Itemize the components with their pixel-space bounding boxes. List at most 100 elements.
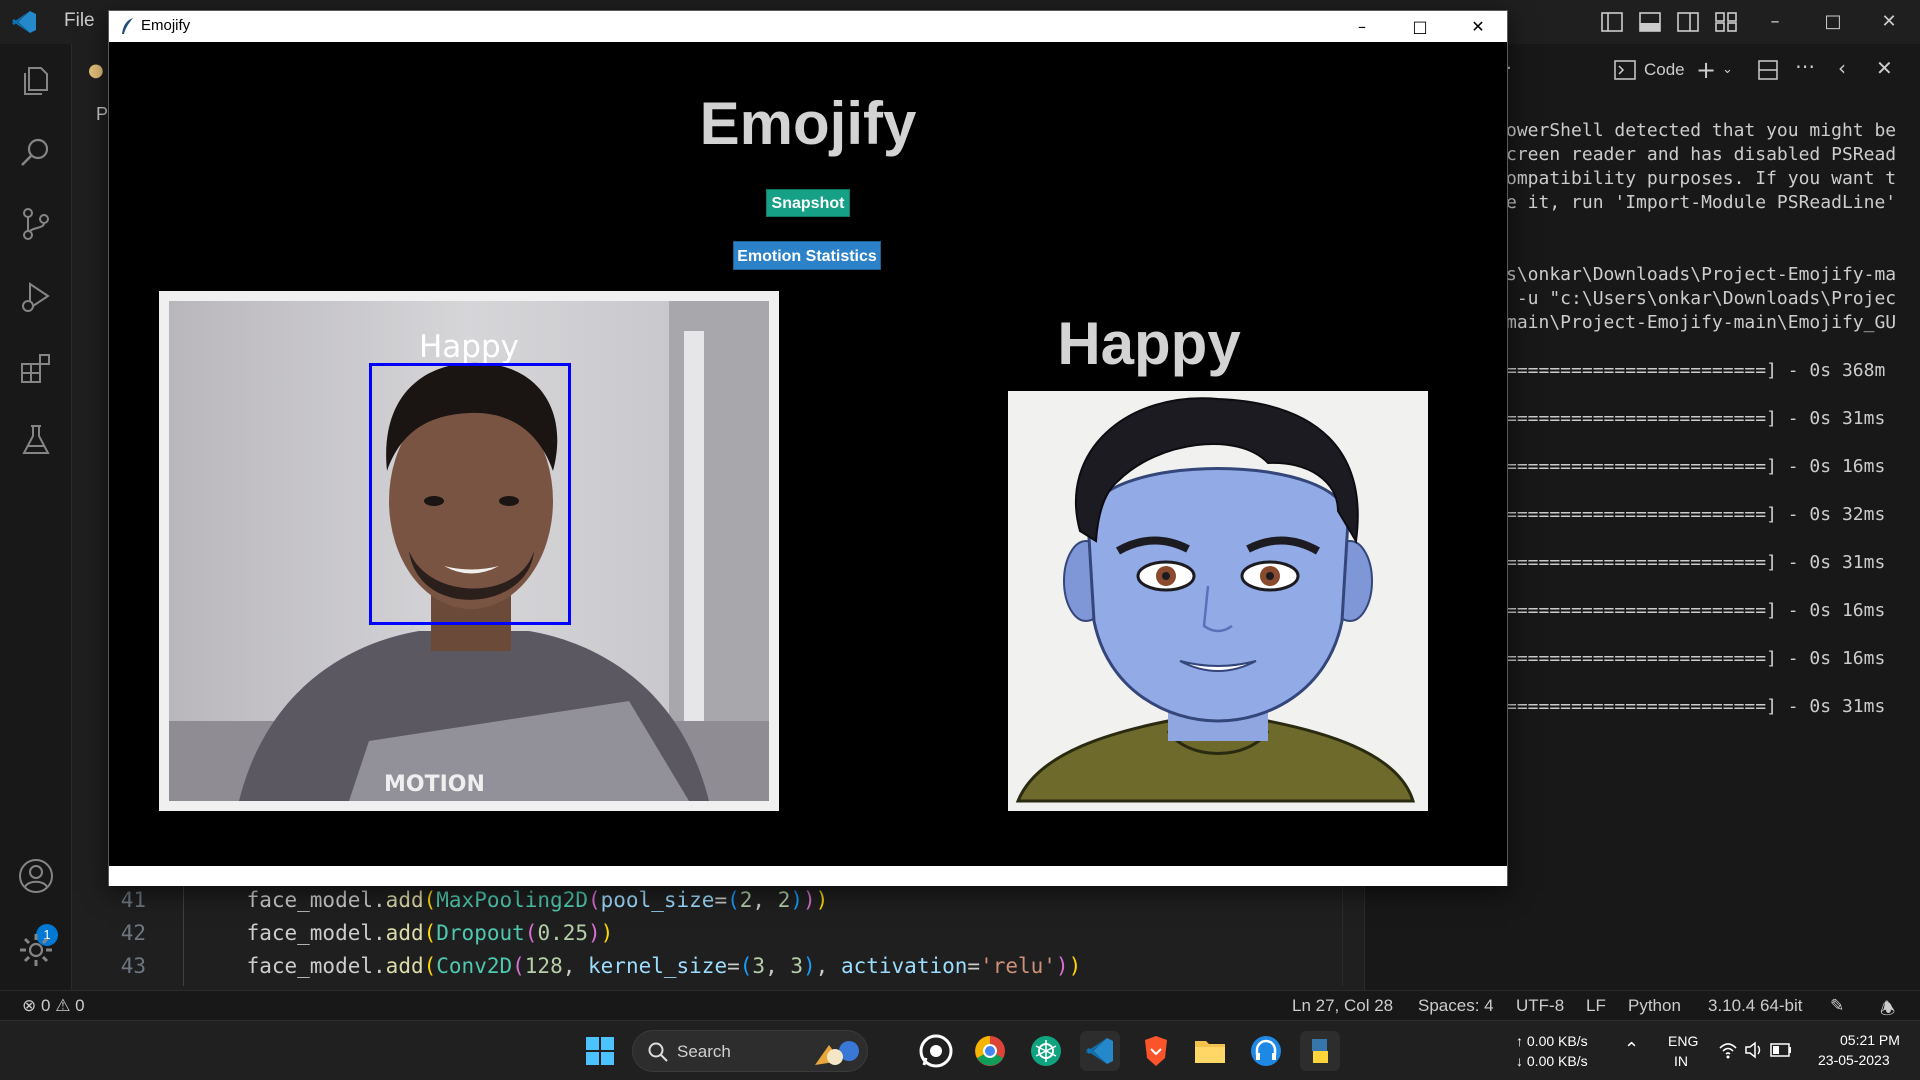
terminal-line: ========================] - 0s 32ms <box>1506 504 1886 525</box>
emojify-close-button[interactable]: ✕ <box>1449 11 1507 42</box>
terminal-line: ========================] - 0s 16ms <box>1506 456 1886 477</box>
emojify-titlebar[interactable]: Emojify – □ ✕ <box>109 11 1507 42</box>
emojify-window-title: Emojify <box>141 17 191 34</box>
terminal-line: ========================] - 0s 16ms <box>1506 600 1886 621</box>
clock-time[interactable]: 05:21 PM <box>1840 1032 1900 1048</box>
whatsapp-icon[interactable] <box>916 1031 956 1071</box>
python-taskbar-icon[interactable] <box>1300 1031 1340 1071</box>
code-line[interactable]: 41 face_model.add(MaxPooling2D(pool_size… <box>90 884 829 917</box>
code-line[interactable]: 42 face_model.add(Dropout(0.25)) <box>90 917 614 950</box>
terminal-line: ========================] - 0s 31ms <box>1506 408 1886 429</box>
toggle-primary-sidebar-icon[interactable] <box>1600 10 1624 34</box>
terminal-line: creen reader and has disabled PSRead <box>1506 144 1897 165</box>
app-heading: Emojify <box>699 90 917 157</box>
network-download-speed: ↓ 0.00 KB/s <box>1516 1053 1588 1069</box>
terminal-profile-label[interactable]: Code <box>1644 60 1685 80</box>
chevron-left-icon[interactable]: ‹ <box>1838 56 1846 80</box>
extensions-icon[interactable] <box>16 348 56 388</box>
code-token: 128 <box>524 954 563 978</box>
errors-indicator[interactable]: ⊗ 0 ⚠ 0 <box>22 996 85 1016</box>
testing-icon[interactable] <box>16 420 56 460</box>
warning-icon: ⚠ <box>55 996 71 1015</box>
new-terminal-icon[interactable]: + <box>1696 56 1716 84</box>
split-terminal-icon[interactable] <box>1758 60 1778 80</box>
battery-icon[interactable] <box>1770 1043 1792 1057</box>
code-token: 2 <box>739 888 753 912</box>
code-token: pool_size <box>600 888 715 912</box>
language-indicator-top[interactable]: ENG <box>1668 1033 1698 1049</box>
toggle-panel-icon[interactable] <box>1638 10 1662 34</box>
line-ending[interactable]: LF <box>1586 996 1606 1016</box>
code-token: ( <box>423 888 437 912</box>
cursor-position[interactable]: Ln 27, Col 28 <box>1292 996 1393 1016</box>
source-control-icon[interactable] <box>16 204 56 244</box>
code-token: ( <box>512 954 525 978</box>
clock-date[interactable]: 23-05-2023 <box>1818 1052 1890 1068</box>
code-token: , <box>752 888 778 912</box>
emojify-minimize-button[interactable]: – <box>1333 11 1391 42</box>
wifi-icon[interactable] <box>1718 1041 1738 1059</box>
search-icon <box>648 1042 668 1062</box>
volume-icon[interactable] <box>1744 1041 1764 1059</box>
indentation[interactable]: Spaces: 4 <box>1418 996 1494 1016</box>
settings-gear-icon[interactable] <box>16 930 56 970</box>
code-token: ( <box>423 954 437 978</box>
vscode-maximize-button[interactable]: □ <box>1818 8 1848 36</box>
line-number: 43 <box>120 954 146 978</box>
emoji-avatar <box>1008 391 1428 811</box>
language-mode[interactable]: Python <box>1628 996 1681 1016</box>
vscode-close-button[interactable]: ✕ <box>1874 8 1904 36</box>
headphones-app-icon[interactable] <box>1246 1031 1286 1071</box>
code-token: activation <box>840 954 968 978</box>
chevron-up-icon[interactable]: ⌃ <box>1624 1039 1639 1060</box>
code-token: ) <box>803 888 816 912</box>
chevron-down-icon[interactable]: ⌄ <box>1722 62 1733 77</box>
more-actions-icon[interactable]: ⋯ <box>1795 54 1815 78</box>
emojify-window: Emojify – □ ✕ Emojify Snapshot Emotion S… <box>108 10 1508 886</box>
code-token: 3 <box>752 954 766 978</box>
code-token: ) <box>1055 954 1069 978</box>
emotion-statistics-button[interactable]: Emotion Statistics <box>733 241 881 270</box>
file-explorer-icon[interactable] <box>1190 1031 1230 1071</box>
code-token: , <box>765 954 791 978</box>
python-interpreter[interactable]: 3.10.4 64-bit <box>1708 996 1803 1016</box>
chatgpt-icon[interactable] <box>1026 1031 1066 1071</box>
terminal-line: ompatibility purposes. If you want t <box>1506 168 1897 189</box>
code-token: ) <box>1068 954 1082 978</box>
code-token: add <box>385 921 424 945</box>
vscode-taskbar-icon[interactable] <box>1080 1031 1120 1071</box>
code-token: ) <box>588 921 601 945</box>
windows-start-icon[interactable] <box>580 1031 620 1071</box>
vscode-minimize-button[interactable]: – <box>1760 8 1790 36</box>
code-token: . <box>373 921 386 945</box>
snapshot-button[interactable]: Snapshot <box>766 189 850 217</box>
language-indicator-bottom[interactable]: IN <box>1674 1053 1688 1069</box>
close-panel-icon[interactable]: ✕ <box>1876 56 1893 80</box>
file-menu[interactable]: File <box>64 10 95 32</box>
minimap-edge <box>1342 880 1343 986</box>
explorer-icon[interactable] <box>16 60 56 100</box>
code-token: = <box>967 954 981 978</box>
feedback-icon[interactable]: ✎ <box>1830 996 1844 1016</box>
search-icon[interactable] <box>16 132 56 172</box>
code-token: 'relu' <box>980 954 1056 978</box>
face-bounding-box <box>369 363 571 625</box>
brave-icon[interactable] <box>1136 1031 1176 1071</box>
chrome-icon[interactable] <box>970 1031 1010 1071</box>
tk-feather-icon <box>122 18 133 34</box>
warning-count: 0 <box>75 996 85 1015</box>
taskbar-search-box[interactable]: Search <box>632 1030 868 1072</box>
emojify-maximize-button[interactable]: □ <box>1391 11 1449 42</box>
customize-layout-icon[interactable] <box>1714 10 1738 34</box>
code-token: Conv2D <box>436 954 513 978</box>
toggle-secondary-sidebar-icon[interactable] <box>1676 10 1700 34</box>
terminal-line: -u "c:\Users\onkar\Downloads\Projec <box>1506 288 1897 309</box>
run-debug-icon[interactable] <box>16 276 56 316</box>
code-token: ( <box>587 888 601 912</box>
code-line[interactable]: 43 face_model.add(Conv2D(128, kernel_siz… <box>90 950 1082 983</box>
encoding[interactable]: UTF-8 <box>1516 996 1564 1016</box>
code-token: kernel_size <box>588 954 728 978</box>
accounts-icon[interactable] <box>16 856 56 896</box>
code-token: ) <box>600 921 614 945</box>
